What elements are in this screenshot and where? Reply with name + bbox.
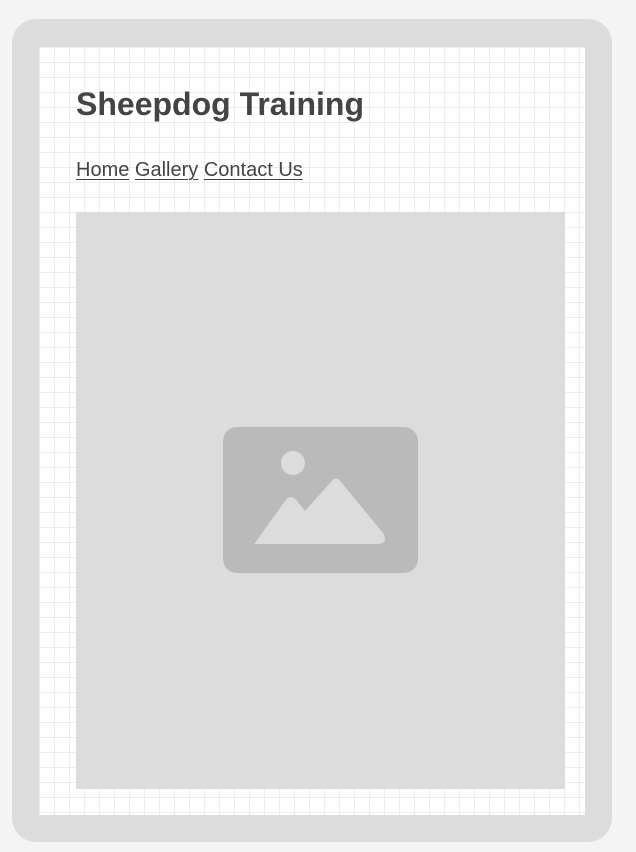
page-canvas: Sheepdog Training Home Gallery Contact U… [39, 47, 585, 815]
image-placeholder-icon [223, 427, 418, 573]
nav-link-home[interactable]: Home [76, 159, 129, 181]
nav-link-gallery[interactable]: Gallery [135, 159, 198, 181]
nav-link-contact-us[interactable]: Contact Us [204, 159, 303, 181]
hero-image-placeholder [76, 212, 565, 789]
page-title: Sheepdog Training [76, 86, 365, 122]
nav-bar: Home Gallery Contact Us [76, 159, 303, 182]
